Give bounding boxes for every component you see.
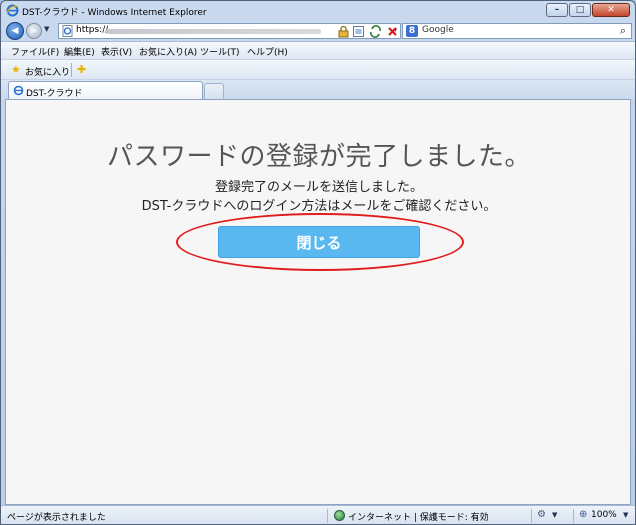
search-input[interactable]: Google bbox=[422, 25, 454, 35]
lock-icon[interactable] bbox=[337, 25, 350, 38]
url-redacted bbox=[106, 29, 321, 34]
browser-window: DST-クラウド - Windows Internet Explorer – □… bbox=[0, 0, 636, 525]
search-icon[interactable]: ⌕ bbox=[620, 24, 626, 38]
tab-row: DST-クラウド bbox=[1, 79, 635, 100]
new-tab-button[interactable] bbox=[204, 83, 224, 100]
zoom-dropdown-icon[interactable]: ▼ bbox=[623, 511, 628, 519]
minimize-button[interactable]: – bbox=[546, 3, 568, 17]
highlight-ellipse bbox=[176, 213, 464, 271]
close-window-button[interactable]: ✕ bbox=[592, 3, 630, 17]
back-arrow-icon: ◀ bbox=[11, 26, 19, 36]
menu-file[interactable]: ファイル(F) bbox=[11, 45, 59, 58]
status-separator bbox=[327, 509, 328, 523]
internet-zone-icon bbox=[334, 510, 345, 521]
tab-ie-icon bbox=[13, 85, 24, 96]
forward-button[interactable]: ▶ bbox=[26, 23, 42, 39]
menu-favorites[interactable]: お気に入り(A) bbox=[139, 45, 197, 58]
zoom-icon[interactable]: ⊕ bbox=[579, 509, 587, 520]
window-title: DST-クラウド - Windows Internet Explorer bbox=[22, 8, 207, 18]
security-zone-text[interactable]: インターネット | 保護モード: 有効 bbox=[348, 510, 489, 523]
ie-logo-icon bbox=[6, 4, 19, 17]
page-content: パスワードの登録が完了しました。 登録完了のメールを送信しました。 DST-クラ… bbox=[5, 99, 631, 505]
stop-icon[interactable] bbox=[386, 25, 399, 38]
url-text: https:// bbox=[76, 25, 109, 35]
menu-edit[interactable]: 編集(E) bbox=[64, 45, 95, 58]
menu-tools[interactable]: ツール(T) bbox=[200, 45, 240, 58]
maximize-icon: □ bbox=[575, 5, 585, 15]
menu-bar: ファイル(F) 編集(E) 表示(V) お気に入り(A) ツール(T) ヘルプ(… bbox=[1, 41, 635, 59]
back-button[interactable]: ◀ bbox=[6, 22, 24, 40]
favorites-bar: ★ お気に入り ✚ bbox=[1, 59, 635, 79]
close-icon: ✕ bbox=[607, 5, 615, 15]
google-provider-icon: 8 bbox=[406, 25, 418, 37]
search-box[interactable]: 8 Google ⌕ bbox=[402, 23, 632, 39]
favorites-star-icon[interactable]: ★ bbox=[11, 63, 21, 76]
privacy-icon[interactable]: ⚙ bbox=[537, 509, 546, 520]
maximize-button[interactable]: □ bbox=[569, 3, 591, 17]
forward-arrow-icon: ▶ bbox=[30, 26, 38, 36]
status-bar: ページが表示されました インターネット | 保護モード: 有効 ⚙ ▼ ⊕ 10… bbox=[1, 505, 635, 524]
page-ie-icon bbox=[62, 25, 73, 37]
add-favorite-icon[interactable]: ✚ bbox=[77, 63, 86, 76]
status-separator bbox=[573, 509, 574, 523]
status-text: ページが表示されました bbox=[7, 513, 106, 523]
favorites-separator bbox=[71, 63, 72, 77]
status-separator bbox=[531, 509, 532, 523]
refresh-icon[interactable] bbox=[369, 25, 382, 38]
tab-dst-cloud[interactable]: DST-クラウド bbox=[8, 81, 203, 100]
menu-view[interactable]: 表示(V) bbox=[101, 45, 132, 58]
address-row: ◀ ▶ ▼ https:// ▾ 8 Google bbox=[1, 21, 635, 41]
title-bar: DST-クラウド - Windows Internet Explorer – □… bbox=[1, 1, 635, 21]
compatibility-view-icon[interactable] bbox=[352, 25, 365, 38]
zoom-level[interactable]: 100% bbox=[591, 510, 617, 520]
message-line-2: DST-クラウドへのログイン方法はメールをご確認ください。 bbox=[141, 199, 497, 214]
page-title: パスワードの登録が完了しました。 bbox=[106, 142, 531, 172]
minimize-icon: – bbox=[554, 5, 560, 15]
tab-label: DST-クラウド bbox=[26, 89, 83, 99]
favorites-label[interactable]: お気に入り bbox=[25, 65, 70, 78]
privacy-dropdown-icon[interactable]: ▼ bbox=[552, 511, 557, 519]
history-dropdown-icon[interactable]: ▼ bbox=[44, 25, 49, 33]
menu-help[interactable]: ヘルプ(H) bbox=[247, 45, 288, 58]
window-controls: – □ ✕ bbox=[545, 3, 630, 17]
message-line-1: 登録完了のメールを送信しました。 bbox=[214, 180, 423, 195]
